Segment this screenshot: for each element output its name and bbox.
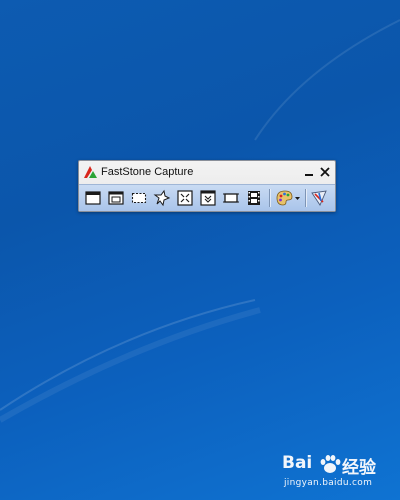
capture-window-object-icon[interactable]	[107, 189, 125, 207]
baidu-paw-icon	[320, 455, 341, 473]
watermark-url: jingyan.baidu.com	[284, 478, 373, 488]
window-titlebar[interactable]: FastStone Capture	[79, 161, 335, 184]
output-palette-dropdown-icon[interactable]	[275, 189, 301, 207]
minimize-icon[interactable]	[302, 165, 316, 179]
watermark-brand-left: Bai	[282, 453, 313, 473]
capture-active-window-icon[interactable]	[84, 189, 102, 207]
desktop-light-streak	[0, 19, 400, 423]
baidu-jingyan-watermark: Bai 经验 jingyan.baidu.com	[282, 451, 397, 497]
capture-full-screen-icon[interactable]	[176, 189, 194, 207]
desktop-background	[0, 0, 400, 500]
toolbar-separator	[269, 189, 271, 207]
capture-rectangular-region-icon[interactable]	[130, 189, 148, 207]
capture-tools-row	[79, 184, 335, 211]
capture-fixed-region-icon[interactable]	[222, 189, 240, 207]
screen-recorder-icon[interactable]	[245, 189, 263, 207]
toolbar-separator	[305, 189, 307, 207]
capture-freehand-region-icon[interactable]	[153, 189, 171, 207]
settings-menu-icon[interactable]	[310, 189, 328, 207]
watermark-brand-right: 经验	[342, 458, 376, 478]
faststone-capture-toolbar-window[interactable]: FastStone Capture	[78, 160, 336, 212]
capture-scrolling-window-icon[interactable]	[199, 189, 217, 207]
close-icon[interactable]	[318, 165, 332, 179]
faststone-logo-icon	[84, 166, 97, 178]
window-title: FastStone Capture	[101, 166, 194, 178]
